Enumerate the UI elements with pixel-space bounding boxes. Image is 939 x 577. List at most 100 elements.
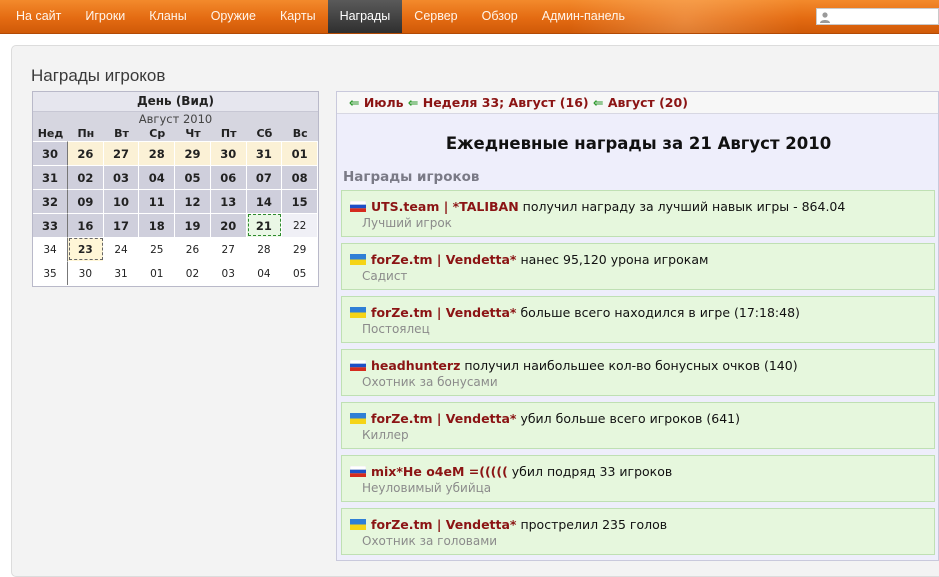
- calendar-day[interactable]: 03: [210, 261, 247, 285]
- search-box: [816, 8, 939, 25]
- calendar-day[interactable]: 01: [139, 261, 176, 285]
- calendar-day[interactable]: 06: [210, 165, 247, 189]
- award-text: больше всего находился в игре (17:18:48): [520, 305, 800, 320]
- calendar-day[interactable]: 16: [68, 213, 104, 237]
- award-item: forZe.tm | Vendetta* убил больше всего и…: [341, 402, 935, 449]
- calendar-day[interactable]: 23: [68, 237, 104, 261]
- player-link[interactable]: forZe.tm | Vendetta*: [371, 411, 516, 426]
- award-line: forZe.tm | Vendetta* больше всего находи…: [350, 305, 800, 320]
- calendar-week-number[interactable]: 35: [33, 261, 68, 285]
- calendar-day[interactable]: 14: [246, 189, 283, 213]
- calendar-day[interactable]: 03: [103, 165, 140, 189]
- flag-ukraine-icon: [350, 307, 366, 318]
- calendar-day[interactable]: 31: [103, 261, 140, 285]
- award-name: Садист: [362, 269, 408, 283]
- calendar-day[interactable]: 13: [210, 189, 247, 213]
- award-text: нанес 95,120 урона игрокам: [520, 252, 709, 267]
- calendar-day[interactable]: 11: [139, 189, 176, 213]
- nav-item-players[interactable]: Игроки: [73, 0, 137, 33]
- calendar-day[interactable]: 28: [246, 237, 283, 261]
- nav-item-awards[interactable]: Награды: [327, 0, 403, 33]
- award-name: Киллер: [362, 428, 409, 442]
- calendar-header[interactable]: День (Вид): [33, 92, 318, 112]
- player-link[interactable]: forZe.tm | Vendetta*: [371, 517, 516, 532]
- calendar-day[interactable]: 10: [103, 189, 140, 213]
- nav-item-clans[interactable]: Кланы: [137, 0, 198, 33]
- nav-item-server[interactable]: Сервер: [402, 0, 469, 33]
- player-link[interactable]: headhunterz: [371, 358, 460, 373]
- player-link[interactable]: forZe.tm | Vendetta*: [371, 252, 516, 267]
- main-menu: На сайт Игроки Кланы Оружие Карты Наград…: [4, 0, 637, 33]
- calendar-day[interactable]: 02: [68, 165, 104, 189]
- calendar-day[interactable]: 05: [175, 165, 211, 189]
- calendar-day[interactable]: 24: [103, 237, 140, 261]
- calendar-day[interactable]: 21: [246, 213, 283, 237]
- calendar-day[interactable]: 30: [210, 141, 247, 165]
- calendar-day[interactable]: 17: [103, 213, 140, 237]
- arrow-left-icon: ⇐: [592, 95, 604, 110]
- calendar-day[interactable]: 22: [282, 213, 318, 237]
- nav-item-maps[interactable]: Карты: [268, 0, 328, 33]
- calendar-day[interactable]: 09: [68, 189, 104, 213]
- calendar-day[interactable]: 29: [282, 237, 318, 261]
- arrow-left-icon: ⇐: [407, 95, 419, 110]
- user-icon: [820, 12, 830, 23]
- nav-item-weapons[interactable]: Оружие: [199, 0, 268, 33]
- award-item: mix*He o4eM =((((( убил подряд 33 игроко…: [341, 455, 935, 502]
- calendar-day[interactable]: 05: [282, 261, 318, 285]
- calendar-day[interactable]: 02: [175, 261, 211, 285]
- nav-item-overview[interactable]: Обзор: [470, 0, 530, 33]
- nav-item-admin[interactable]: Админ-панель: [530, 0, 637, 33]
- calendar-week-number[interactable]: 32: [33, 189, 68, 213]
- top-navigation-bar: На сайт Игроки Кланы Оружие Карты Наград…: [0, 0, 939, 34]
- calendar-day[interactable]: 29: [175, 141, 211, 165]
- calendar-dow: Пт: [210, 127, 247, 141]
- search-input[interactable]: [833, 9, 937, 24]
- calendar-day[interactable]: 04: [139, 165, 176, 189]
- calendar-dow: Пн: [68, 127, 104, 141]
- calendar-day[interactable]: 27: [210, 237, 247, 261]
- calendar-day[interactable]: 26: [175, 237, 211, 261]
- calendar-day[interactable]: 12: [175, 189, 211, 213]
- calendar-week-number[interactable]: 31: [33, 165, 68, 189]
- award-text: убил подряд 33 игроков: [511, 464, 673, 479]
- award-line: mix*He o4eM =((((( убил подряд 33 игроко…: [350, 464, 672, 479]
- nav-item-site[interactable]: На сайт: [4, 0, 73, 33]
- calendar-day[interactable]: 28: [139, 141, 176, 165]
- calendar-day[interactable]: 04: [246, 261, 283, 285]
- calendar-day[interactable]: 07: [246, 165, 283, 189]
- player-link[interactable]: UTS.team | *TALIBAN: [371, 199, 519, 214]
- calendar-week-number[interactable]: 33: [33, 213, 68, 237]
- player-link[interactable]: forZe.tm | Vendetta*: [371, 305, 516, 320]
- calendar-day[interactable]: 19: [175, 213, 211, 237]
- award-item: UTS.team | *TALIBAN получил награду за л…: [341, 190, 935, 237]
- crumb-week[interactable]: Неделя 33; Август (16): [423, 95, 589, 110]
- award-line: forZe.tm | Vendetta* убил больше всего и…: [350, 411, 740, 426]
- calendar-day[interactable]: 30: [68, 261, 104, 285]
- calendar-week-number[interactable]: 34: [33, 237, 68, 261]
- award-line: headhunterz получил наибольшее кол-во бо…: [350, 358, 798, 373]
- page-title: Награды игроков: [31, 66, 166, 85]
- award-name: Неуловимый убийца: [362, 481, 492, 495]
- calendar-day[interactable]: 25: [139, 237, 176, 261]
- calendar-day[interactable]: 01: [282, 141, 318, 165]
- calendar-day[interactable]: 20: [210, 213, 247, 237]
- calendar-day[interactable]: 15: [282, 189, 318, 213]
- calendar-week-number[interactable]: 30: [33, 141, 68, 165]
- flag-russia-icon: [350, 466, 366, 477]
- calendar-day[interactable]: 27: [103, 141, 140, 165]
- calendar-day[interactable]: 26: [68, 141, 104, 165]
- calendar-day[interactable]: 18: [139, 213, 176, 237]
- player-link[interactable]: mix*He o4eM =(((((: [371, 464, 508, 479]
- day-title: Ежедневные награды за 21 Август 2010: [445, 134, 832, 153]
- calendar-dow: Ср: [139, 127, 176, 141]
- award-item: forZe.tm | Vendetta* нанес 95,120 урона …: [341, 243, 935, 290]
- crumb-day[interactable]: Август (20): [608, 95, 688, 110]
- crumb-month[interactable]: Июль: [364, 95, 404, 110]
- calendar-day[interactable]: 31: [246, 141, 283, 165]
- award-name: Постоялец: [362, 322, 430, 336]
- calendar-month: Август 2010: [33, 112, 318, 127]
- award-line: UTS.team | *TALIBAN получил награду за л…: [350, 199, 845, 214]
- award-item: forZe.tm | Vendetta* прострелил 235 голо…: [341, 508, 935, 555]
- calendar-day[interactable]: 08: [282, 165, 318, 189]
